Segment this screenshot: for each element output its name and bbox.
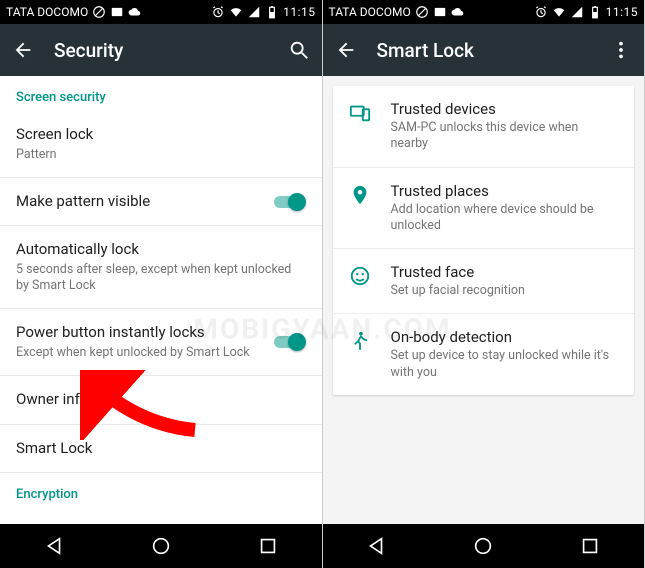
alarm-icon — [211, 5, 225, 19]
nav-bar — [0, 524, 322, 568]
face-icon — [349, 265, 371, 287]
signal-icon — [247, 5, 261, 19]
item-subtitle: Set up device to stay unlocked while it'… — [391, 348, 619, 381]
smart-lock-list: Trusted devices SAM-PC unlocks this devi… — [323, 76, 645, 524]
item-title: On-body detection — [391, 328, 619, 346]
item-subtitle: Pattern — [16, 147, 306, 163]
devices-icon — [349, 102, 371, 124]
item-subtitle: SAM-PC unlocks this device when nearby — [391, 120, 619, 153]
page-title: Smart Lock — [377, 39, 591, 62]
item-smart-lock[interactable]: Smart Lock — [0, 425, 322, 474]
item-subtitle: Except when kept unlocked by Smart Lock — [16, 345, 260, 361]
toggle-switch[interactable] — [272, 193, 306, 211]
item-trusted-face[interactable]: Trusted face Set up facial recognition — [333, 249, 635, 314]
carrier-label: TATA DOCOMO — [329, 5, 411, 19]
no-sim-icon — [415, 5, 429, 19]
status-bar: TATA DOCOMO 11:15 — [0, 0, 322, 24]
nav-recent-icon[interactable] — [579, 535, 601, 557]
toggle-switch[interactable] — [272, 333, 306, 351]
settings-list: Screen security Screen lock Pattern Make… — [0, 76, 322, 524]
item-power-button-locks[interactable]: Power button instantly locks Except when… — [0, 309, 322, 376]
item-subtitle: Set up facial recognition — [391, 283, 619, 299]
item-title: Owner info — [16, 390, 306, 410]
nav-home-icon[interactable] — [150, 535, 172, 557]
battery-icon — [265, 5, 279, 19]
no-sim-icon — [92, 5, 106, 19]
cloud-icon — [128, 5, 142, 19]
image-icon — [433, 5, 447, 19]
section-screen-security: Screen security — [0, 76, 322, 111]
overflow-icon[interactable] — [610, 39, 632, 61]
item-screen-lock[interactable]: Screen lock Pattern — [0, 111, 322, 178]
action-bar: Smart Lock — [323, 24, 645, 76]
page-title: Security — [54, 39, 268, 62]
battery-icon — [588, 5, 602, 19]
search-icon[interactable] — [288, 39, 310, 61]
item-title: Automatically lock — [16, 240, 306, 260]
item-subtitle: Add location where device should be unlo… — [391, 202, 619, 235]
options-card: Trusted devices SAM-PC unlocks this devi… — [333, 86, 635, 395]
nav-back-icon[interactable] — [43, 535, 65, 557]
clock-label: 11:15 — [283, 5, 315, 19]
back-icon[interactable] — [335, 39, 357, 61]
item-automatically-lock[interactable]: Automatically lock 5 seconds after sleep… — [0, 226, 322, 309]
item-title: Screen lock — [16, 125, 306, 145]
image-icon — [110, 5, 124, 19]
item-title: Power button instantly locks — [16, 323, 260, 343]
alarm-icon — [534, 5, 548, 19]
item-title: Trusted face — [391, 263, 619, 281]
carrier-label: TATA DOCOMO — [6, 5, 88, 19]
wifi-icon — [552, 5, 566, 19]
item-title: Smart Lock — [16, 439, 306, 459]
item-title: Trusted places — [391, 182, 619, 200]
cloud-icon — [451, 5, 465, 19]
item-on-body-detection[interactable]: On-body detection Set up device to stay … — [333, 314, 635, 395]
item-title: Trusted devices — [391, 100, 619, 118]
phone-left: TATA DOCOMO 11:15 Security Screen securi… — [0, 0, 323, 568]
place-icon — [349, 184, 371, 206]
section-encryption: Encryption — [0, 473, 322, 508]
clock-label: 11:15 — [606, 5, 638, 19]
nav-back-icon[interactable] — [365, 535, 387, 557]
nav-bar — [323, 524, 645, 568]
item-encrypt-phone[interactable]: Encrypt phone — [0, 508, 322, 524]
signal-icon — [570, 5, 584, 19]
item-trusted-places[interactable]: Trusted places Add location where device… — [333, 168, 635, 250]
back-icon[interactable] — [12, 39, 34, 61]
item-subtitle: 5 seconds after sleep, except when kept … — [16, 262, 306, 295]
item-owner-info[interactable]: Owner info — [0, 376, 322, 425]
nav-recent-icon[interactable] — [257, 535, 279, 557]
item-make-pattern-visible[interactable]: Make pattern visible — [0, 178, 322, 227]
item-trusted-devices[interactable]: Trusted devices SAM-PC unlocks this devi… — [333, 86, 635, 168]
nav-home-icon[interactable] — [472, 535, 494, 557]
item-title: Make pattern visible — [16, 192, 260, 212]
wifi-icon — [229, 5, 243, 19]
walk-icon — [349, 330, 371, 352]
action-bar: Security — [0, 24, 322, 76]
status-bar: TATA DOCOMO 11:15 — [323, 0, 645, 24]
phone-right: TATA DOCOMO 11:15 Smart Lock Trusted dev… — [323, 0, 645, 568]
